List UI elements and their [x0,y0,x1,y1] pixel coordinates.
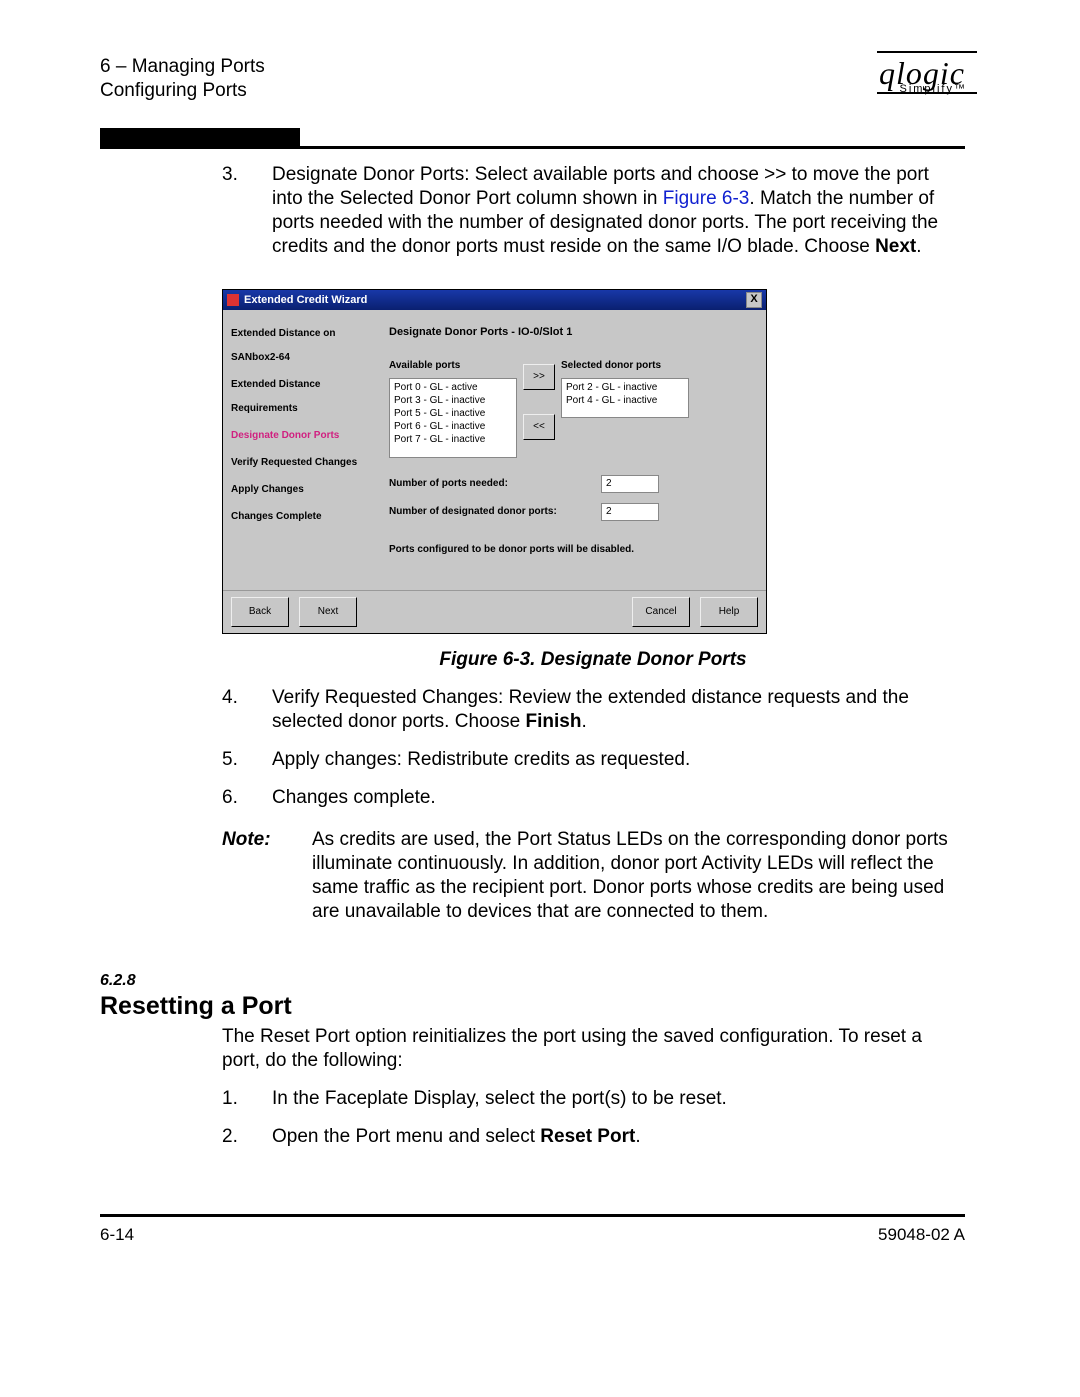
list-item[interactable]: Port 3 - GL - inactive [394,394,512,407]
sidebar-item: Extended Distance on SANbox2-64 [231,322,375,370]
wizard-sidebar: Extended Distance on SANbox2-64 Extended… [223,310,381,590]
list-item[interactable]: Port 4 - GL - inactive [566,394,684,407]
wizard-titlebar: Extended Credit Wizard X [223,290,766,310]
header-black-bar [100,128,300,146]
wizard-warning: Ports configured to be donor ports will … [389,538,756,562]
paragraph: The Reset Port option reinitializes the … [222,1025,964,1073]
logo: qlogic Simplify™ [879,55,965,92]
page-number: 6-14 [100,1225,134,1245]
cancel-button[interactable]: Cancel [632,597,690,627]
list-item: 3. Designate Donor Ports: Select availab… [222,163,964,259]
list-number: 4. [222,686,272,734]
next-button[interactable]: Next [299,597,357,627]
list-text: In the Faceplate Display, select the por… [272,1087,964,1111]
list-item: 5. Apply changes: Redistribute credits a… [222,748,964,772]
list-item[interactable]: Port 5 - GL - inactive [394,407,512,420]
section-line: Configuring Ports [100,80,247,101]
list-number: 2. [222,1125,272,1149]
note-label: Note: [222,828,312,924]
header-left: 6 – Managing Ports Configuring Ports [100,55,265,103]
list-item: 4. Verify Requested Changes: Review the … [222,686,964,734]
section-number: 6.2.8 [100,972,965,990]
wizard-main: Designate Donor Ports - IO-0/Slot 1 Avai… [381,310,766,590]
list-item[interactable]: Port 7 - GL - inactive [394,433,512,446]
move-left-button[interactable]: << [523,414,555,440]
list-number: 3. [222,163,272,259]
figure-caption: Figure 6-3. Designate Donor Ports [222,648,964,672]
wizard-title-icon [227,294,239,306]
close-icon[interactable]: X [746,292,762,308]
list-text: Apply changes: Redistribute credits as r… [272,748,964,772]
help-button[interactable]: Help [700,597,758,627]
ports-needed-value: 2 [601,475,659,493]
header-rule [100,146,965,149]
sidebar-item: Changes Complete [231,505,375,529]
ports-needed-label: Number of ports needed: [389,472,601,496]
list-item: 2. Open the Port menu and select Reset P… [222,1125,964,1149]
extended-credit-wizard: Extended Credit Wizard X Extended Distan… [222,289,767,634]
wizard-title: Extended Credit Wizard [244,288,367,312]
list-text: Verify Requested Changes: Review the ext… [272,686,964,734]
wizard-step-title: Designate Donor Ports - IO-0/Slot 1 [389,320,756,344]
section-title: Resetting a Port [100,992,965,1021]
selected-ports-list[interactable]: Port 2 - GL - inactive Port 4 - GL - ina… [561,378,689,418]
available-ports-label: Available ports [389,354,517,378]
list-text: Changes complete. [272,786,964,810]
list-text: Designate Donor Ports: Select available … [272,163,964,259]
note-block: Note: As credits are used, the Port Stat… [222,828,964,924]
list-item[interactable]: Port 2 - GL - inactive [566,381,684,394]
chapter-line: 6 – Managing Ports [100,56,265,77]
designated-ports-label: Number of designated donor ports: [389,500,601,524]
sidebar-item: Apply Changes [231,478,375,502]
list-item[interactable]: Port 0 - GL - active [394,381,512,394]
move-right-button[interactable]: >> [523,364,555,390]
page-header: 6 – Managing Ports Configuring Ports qlo… [100,55,965,110]
available-ports-list[interactable]: Port 0 - GL - active Port 3 - GL - inact… [389,378,517,458]
sidebar-item: Verify Requested Changes [231,451,375,475]
figure-link[interactable]: Figure 6-3 [663,188,750,209]
list-number: 6. [222,786,272,810]
wizard-button-bar: Back Next Cancel Help [223,590,766,633]
selected-ports-label: Selected donor ports [561,354,689,378]
sidebar-item-active: Designate Donor Ports [231,424,375,448]
body-column: 3. Designate Donor Ports: Select availab… [222,163,964,924]
list-item: 6. Changes complete. [222,786,964,810]
sidebar-item: Extended Distance Requirements [231,373,375,421]
page-footer: 6-14 59048-02 A [100,1214,965,1245]
list-number: 5. [222,748,272,772]
designated-ports-value: 2 [601,503,659,521]
list-item: 1. In the Faceplate Display, select the … [222,1087,964,1111]
list-text: Open the Port menu and select Reset Port… [272,1125,964,1149]
back-button[interactable]: Back [231,597,289,627]
note-text: As credits are used, the Port Status LED… [312,828,964,924]
logo-subtext: Simplify™ [899,83,967,95]
doc-number: 59048-02 A [878,1225,965,1245]
list-item[interactable]: Port 6 - GL - inactive [394,420,512,433]
list-number: 1. [222,1087,272,1111]
